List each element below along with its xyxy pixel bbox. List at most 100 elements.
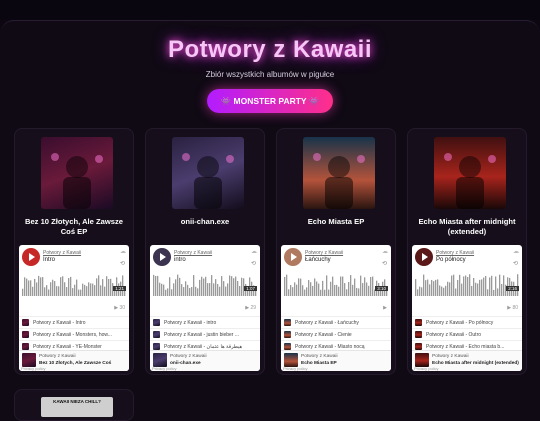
repeat-icon[interactable]: ⟲ [120,260,125,267]
footer-artist[interactable]: Potwory z Kawaii [39,354,76,359]
waveform-bar [485,276,487,296]
artist-link[interactable]: Potwory z Kawaii [43,250,81,256]
repeat-icon[interactable]: ⟲ [382,260,387,267]
waveform-bar [108,279,110,296]
track-list-item[interactable]: Potwory z Kawaii - Łańcuchy [281,316,391,328]
track-thumbnail [284,319,291,326]
album-card[interactable]: Echo Miasta EP Potwory z Kawaii Łańcuchy… [276,128,396,375]
artist-link[interactable]: Potwory z Kawaii [436,250,474,256]
cloud-icon[interactable]: ☁ [382,248,388,255]
track-list-item[interactable]: Potwory z Kawaii - intro [150,316,260,328]
cloud-icon[interactable]: ☁ [251,248,257,255]
waveform-bar [459,274,461,296]
waveform-bar [503,275,505,296]
waveform-bar [38,275,40,296]
waveform-bar [465,275,467,296]
album-cover[interactable] [303,137,375,209]
waveform[interactable] [284,272,388,296]
waveform-bar [64,282,66,296]
waveform-bar [499,274,501,296]
track-list-item[interactable]: Potwory z Kawaii - Outro [412,328,522,340]
play-button[interactable] [415,248,433,266]
footer-artist[interactable]: Potwory z Kawaii [432,354,469,359]
privacy-policy-link[interactable]: Privacy policy [21,366,45,371]
current-track: intro [174,257,186,263]
track-title: Potwory z Kawaii - Outro [426,331,482,338]
footer-album[interactable]: Bez 10 Złotych, Ale Zawsze Coś [39,361,111,366]
waveform-bar [235,276,237,296]
waveform-bar [483,277,485,296]
soundcloud-player[interactable]: Potwory z Kawaii intro ☁ ⟲ 1:07 ▶ 29 Pot… [150,245,260,371]
waveform-bar [294,282,296,296]
play-button[interactable] [153,248,171,266]
album-title: Echo Miasta EP [307,217,365,226]
waveform-bar [302,285,304,296]
track-title: Potwory z Kawaii - YE-Monster [33,343,102,350]
artist-link[interactable]: Potwory z Kawaii [305,250,343,256]
album-card[interactable]: Bez 10 Złotych, Ale Zawsze Coś EP Potwor… [14,128,134,375]
soundcloud-player[interactable]: Potwory z Kawaii Po północy ☁ ⟲ 2:16 ▶ 8… [412,245,522,371]
monster-party-button[interactable]: 👾 MONSTER PARTY 👾 [207,89,333,113]
album-cover[interactable] [434,137,506,209]
waveform-bar [451,275,453,296]
waveform-bar [171,289,173,296]
waveform-bar [477,283,479,296]
repeat-icon[interactable]: ⟲ [251,260,256,267]
cloud-icon[interactable]: ☁ [120,248,126,255]
waveform-bar [427,279,429,296]
waveform[interactable] [415,272,519,296]
privacy-policy-link[interactable]: Privacy policy [283,366,307,371]
waveform-bar [62,276,64,296]
track-title: Potwory z Kawaii - Miasto nocą [295,343,365,350]
track-title: Potwory z Kawaii - هیطرقة ها عثمان [164,343,243,350]
waveform-bar [417,289,419,296]
repeat-icon[interactable]: ⟲ [513,260,518,267]
waveform-bar [338,286,340,296]
play-count: ▶ 30 [114,305,125,311]
album-title: Echo Miasta after midnight (extended) [418,217,516,236]
waveform-bar [155,275,157,296]
waveform-bar [241,277,243,296]
album-card[interactable]: onii-chan.exe Potwory z Kawaii intro ☁ ⟲… [145,128,265,375]
soundcloud-player[interactable]: Potwory z Kawaii Łańcuchy ☁ ⟲ 3:10 ▶ Pot… [281,245,391,371]
waveform-bar [76,279,78,296]
waveform[interactable] [153,272,257,296]
artist-link[interactable]: Potwory z Kawaii [174,250,212,256]
track-list-item[interactable]: Potwory z Kawaii - Monsters, how... [19,328,129,340]
play-count-value: 29 [250,305,256,311]
footer-artist[interactable]: Potwory z Kawaii [301,354,338,359]
play-button[interactable] [284,248,302,266]
album-card[interactable]: Echo Miasta after midnight (extended) Po… [407,128,527,375]
album-cover[interactable] [172,137,244,209]
waveform-bar [80,289,82,296]
privacy-policy-link[interactable]: Privacy policy [152,366,176,371]
waveform-bar [322,280,324,296]
track-title: Potwory z Kawaii - justin bieber ... [164,331,240,338]
waveform-bar [24,277,26,296]
waveform-bar [481,279,483,296]
track-list-item[interactable]: Potwory z Kawaii - Cienie [281,328,391,340]
album-cover[interactable] [41,137,113,209]
waveform-bar [330,281,332,296]
album-card-partial[interactable]: KAWAII NIEZA CHILL? [14,389,134,421]
waveform-bar [237,281,239,296]
track-list-item[interactable]: Potwory z Kawaii - justin bieber ... [150,328,260,340]
soundcloud-player[interactable]: Potwory z Kawaii Intro ☁ ⟲ 1:21 ▶ 30 Pot… [19,245,129,371]
privacy-policy-link[interactable]: Privacy policy [414,366,438,371]
waveform-bar [48,289,50,296]
waveform-bar [350,275,352,296]
play-button[interactable] [22,248,40,266]
album-title: Bez 10 Złotych, Ale Zawsze Coś EP [24,217,124,236]
footer-artist[interactable]: Potwory z Kawaii [170,354,207,359]
waveform-bar [457,279,459,296]
track-list-item[interactable]: Potwory z Kawaii - Intro [19,316,129,328]
track-list-item[interactable]: Potwory z Kawaii - Po północy [412,316,522,328]
footer-album[interactable]: Echo Miasta after midnight (extended) [432,361,519,366]
waveform-bar [88,282,90,296]
album-cover: KAWAII NIEZA CHILL? [41,397,113,417]
cloud-icon[interactable]: ☁ [513,248,519,255]
play-icon [422,253,428,261]
waveform-bar [42,277,44,296]
waveform[interactable] [22,272,126,296]
play-icon [29,253,35,261]
